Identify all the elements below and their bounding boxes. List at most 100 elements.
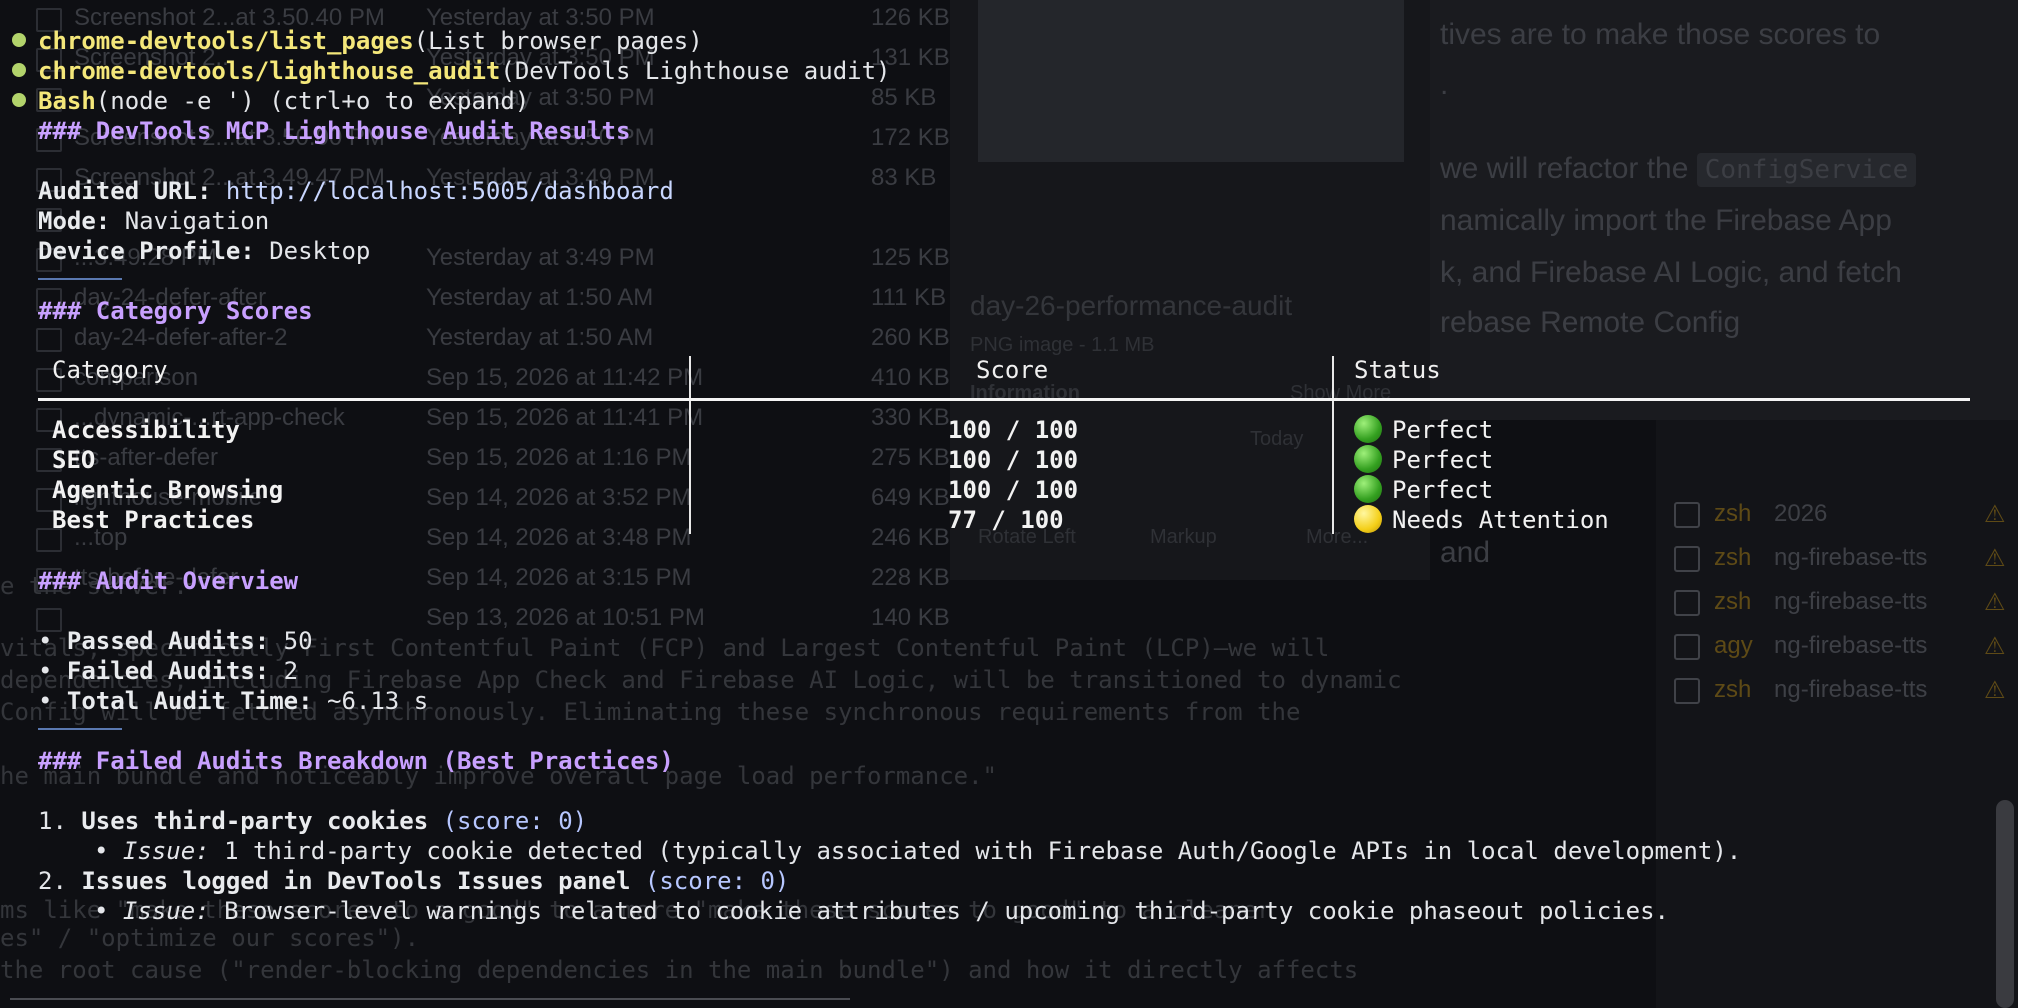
table-column-divider [1332, 356, 1334, 534]
preview-show-more[interactable]: Show More [1290, 382, 1391, 405]
status-dot-icon [12, 63, 26, 77]
finder-file-date: Sep 14, 2026 at 3:52 PM [426, 484, 692, 511]
table-cell-category: SEO [52, 446, 96, 474]
table-cell-status: Perfect [1354, 415, 1493, 446]
overview-label: Failed Audits: [66, 657, 270, 685]
overview-value: 2 [283, 657, 299, 685]
bg-text-line: es" / "optimize our scores"). [0, 924, 420, 952]
status-dot-icon [12, 33, 26, 47]
issue-text: Browser-level warnings related to cookie… [224, 897, 1669, 925]
category-heading: ### Category Scores [38, 296, 2018, 326]
finder-file-size: 330 KB [871, 404, 950, 431]
finder-file-size: 246 KB [871, 524, 950, 551]
issue-label: Issue: [122, 897, 210, 925]
failed-item-title: Uses third-party cookies [81, 807, 429, 835]
table-cell-score: 100 / 100 [948, 416, 1079, 444]
table-header-status: Status [1354, 356, 1441, 384]
failed-heading: ### Failed Audits Breakdown (Best Practi… [38, 746, 2018, 776]
tool-call-line: chrome-devtools/lighthouse_audit(DevTool… [0, 56, 2018, 86]
finder-file-date: Sep 15, 2026 at 1:16 PM [426, 444, 692, 471]
issue-text: 1 third-party cookie detected (typically… [224, 837, 1742, 865]
failed-item-issue: • Issue: Browser-level warnings related … [94, 897, 1669, 925]
overview-value: 50 [283, 627, 313, 655]
mode-label: Mode: [38, 207, 111, 235]
device-value: Desktop [269, 237, 371, 265]
issue-label: Issue: [122, 837, 210, 865]
status-dot-icon [12, 93, 26, 107]
tool-call-line[interactable]: Bash(node -e ') (ctrl+o to expand) [0, 86, 2018, 116]
table-cell-category: Best Practices [52, 506, 255, 534]
overview-item: • Passed Audits: 50 [38, 627, 313, 655]
overview-label: Passed Audits: [66, 627, 270, 655]
finder-file-date: Sep 15, 2026 at 11:41 PM [426, 404, 704, 431]
category-heading-text: ### Category Scores [38, 297, 313, 325]
terminal-icon [1674, 502, 1700, 528]
failed-heading-text: ### Failed Audits Breakdown (Best Practi… [38, 747, 674, 775]
failed-item-score: (score: 0) [442, 807, 588, 835]
preview-info-label: Information [970, 382, 1080, 404]
table-column-divider [689, 356, 691, 534]
overview-heading-text: ### Audit Overview [38, 567, 299, 595]
section-divider [38, 728, 122, 730]
table-cell-score: 100 / 100 [948, 446, 1079, 474]
overview-heading: ### Audit Overview [38, 566, 2018, 596]
session-shell: zsh [1714, 500, 1752, 527]
failed-item-number: 2. [38, 867, 67, 895]
warning-icon: ⚠ [1984, 501, 2006, 528]
preview-date: Today [1250, 428, 1304, 450]
session-dir: 2026 [1774, 500, 1828, 527]
tool-call-line: chrome-devtools/list_pages(List browser … [0, 26, 2018, 56]
table-cell-status: Needs Attention [1354, 505, 1609, 536]
failed-item-number: 1. [38, 807, 67, 835]
bottom-divider [10, 998, 850, 1000]
green-circle-icon [1354, 475, 1382, 503]
mode-line: Mode: Navigation [38, 206, 2018, 236]
finder-file-name: day-24-defer-after-2 [74, 324, 288, 351]
table-header-rule [38, 398, 1970, 401]
table-cell-category: Agentic Browsing [52, 476, 284, 504]
overview-label: Total Audit Time: [66, 687, 313, 715]
finder-file-date: Sep 14, 2026 at 3:48 PM [426, 524, 692, 551]
mode-value: Navigation [124, 207, 270, 235]
green-circle-icon [1354, 415, 1382, 443]
table-cell-score: 100 / 100 [948, 476, 1079, 504]
finder-file-date: Sep 15, 2026 at 11:42 PM [426, 364, 704, 391]
preview-subtitle: PNG image - 1.1 MB [970, 334, 1155, 356]
green-circle-icon [1354, 445, 1382, 473]
device-label: Device Profile: [38, 237, 255, 265]
results-heading-text: ### DevTools MCP Lighthouse Audit Result… [38, 117, 631, 145]
audited-url-line: Audited URL: http://localhost:5005/dashb… [38, 176, 2018, 206]
finder-file-size: 649 KB [871, 484, 950, 511]
tool-name: Bash [38, 87, 96, 115]
overview-item: • Total Audit Time: ~6.13 s [38, 687, 429, 715]
overview-item: • Failed Audits: 2 [38, 657, 299, 685]
failed-item-score: (score: 0) [644, 867, 790, 895]
tool-args: (List browser pages) [413, 27, 703, 55]
status-text: Perfect [1392, 476, 1494, 504]
status-text: Perfect [1392, 446, 1494, 474]
finder-file-name: tts-after-defer [74, 444, 219, 471]
section-divider [38, 278, 122, 280]
audited-url-link[interactable]: http://localhost:5005/dashboard [226, 177, 674, 205]
terminal-session-item[interactable]: zsh 2026 ⚠ [1674, 496, 2006, 534]
device-line: Device Profile: Desktop [38, 236, 2018, 266]
table-cell-status: Perfect [1354, 475, 1494, 506]
table-cell-score: 77 / 100 [948, 506, 1064, 534]
tool-args: (node -e ') (ctrl+o to expand) [95, 87, 530, 115]
finder-file-size: 410 KB [871, 364, 950, 391]
failed-item-issue: • Issue: 1 third-party cookie detected (… [94, 837, 1742, 865]
failed-item-title: Issues logged in DevTools Issues panel [81, 867, 631, 895]
preview-markup-button[interactable]: Markup [1150, 526, 1217, 549]
tool-args: (DevTools Lighthouse audit) [500, 57, 891, 85]
yellow-circle-icon [1354, 505, 1382, 533]
bg-text-line: the root cause ("render-blocking depende… [0, 956, 1359, 984]
finder-file-date: Yesterday at 1:50 AM [426, 324, 654, 351]
table-cell-status: Perfect [1354, 445, 1494, 476]
file-icon [36, 328, 62, 352]
results-heading: ### DevTools MCP Lighthouse Audit Result… [38, 116, 2018, 146]
finder-file-size: 260 KB [871, 324, 950, 351]
finder-file-size: 275 KB [871, 444, 950, 471]
audited-url-label: Audited URL: [38, 177, 212, 205]
tool-name: chrome-devtools/lighthouse_audit [38, 57, 501, 85]
tool-name: chrome-devtools/list_pages [38, 27, 414, 55]
